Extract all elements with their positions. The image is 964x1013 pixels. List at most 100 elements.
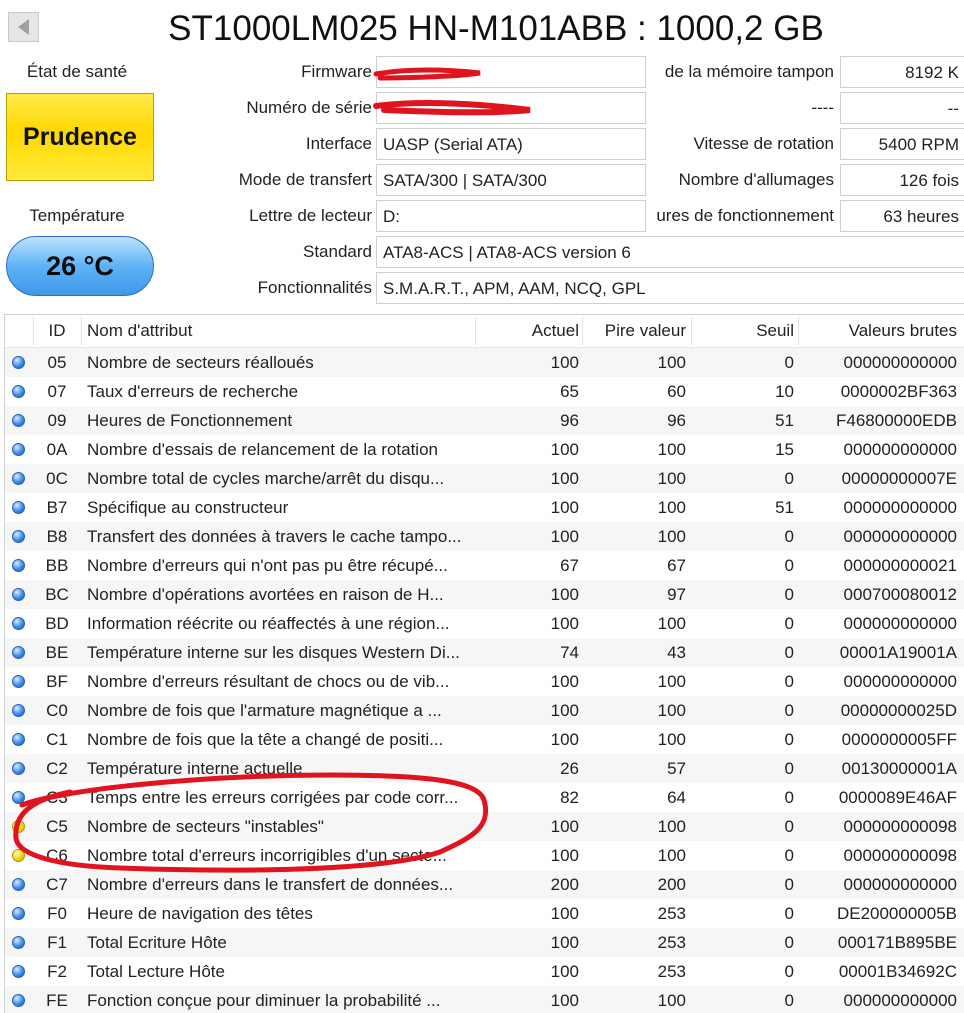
transfer-mode-field: SATA/300 | SATA/300	[376, 164, 646, 196]
attribute-name: Température interne sur les disques West…	[87, 643, 460, 662]
attribute-name: Température interne actuelle	[87, 759, 303, 778]
good-status-icon	[12, 559, 25, 572]
good-status-icon	[12, 472, 25, 485]
status-cell	[5, 812, 33, 841]
attribute-id: BD	[45, 614, 69, 633]
column-header-raw[interactable]: Valeurs brutes	[801, 315, 957, 347]
raw-value: 00001B34692C	[838, 962, 957, 981]
table-row[interactable]: B7 Spécifique au constructeur 100 100 51 0000…	[5, 493, 964, 522]
interface-label: Interface	[305, 134, 372, 153]
worst-value: 100	[657, 614, 686, 633]
good-status-icon	[12, 994, 25, 1007]
good-status-icon	[12, 443, 25, 456]
attribute-name: Heures de Fonctionnement	[87, 411, 293, 430]
threshold-value: 0	[784, 701, 794, 720]
transfer-mode-label: Mode de transfert	[238, 170, 372, 189]
status-cell	[5, 493, 33, 522]
worst-value: 100	[657, 730, 686, 749]
table-row[interactable]: BE Température interne sur les disques We…	[5, 638, 964, 667]
attribute-id: F0	[47, 904, 67, 923]
back-button[interactable]	[8, 12, 39, 42]
table-row[interactable]: F1 Total Ecriture Hôte 100 253 0 000171B895BE	[5, 928, 964, 957]
raw-value: 000000000000	[843, 672, 957, 691]
attribute-id: C1	[46, 730, 68, 749]
status-cell	[5, 899, 33, 928]
good-status-icon	[12, 588, 25, 601]
status-cell	[5, 986, 33, 1013]
table-row[interactable]: BC Nombre d'opérations avortées en raison…	[5, 580, 964, 609]
good-status-icon	[12, 733, 25, 746]
column-header-threshold[interactable]: Seuil	[695, 315, 794, 347]
table-row[interactable]: F0 Heure de navigation des têtes 100 253 0 DE…	[5, 899, 964, 928]
table-row[interactable]: C7 Nombre d'erreurs dans le transfert de …	[5, 870, 964, 899]
temperature-label: Température	[29, 206, 125, 225]
attribute-name: Transfert des données à travers le cache…	[87, 527, 462, 546]
caution-status-icon	[12, 820, 25, 833]
current-value: 100	[550, 614, 579, 633]
table-row[interactable]: C3 Temps entre les erreurs corrigées par …	[5, 783, 964, 812]
column-header-worst[interactable]: Pire valeur	[585, 315, 686, 347]
column-header-name[interactable]: Nom d'attribut	[87, 315, 473, 347]
worst-value: 100	[657, 469, 686, 488]
current-value: 200	[550, 875, 579, 894]
raw-value: 0000089E46AF	[838, 788, 957, 807]
attribute-name: Information réécrite ou réaffectés à une…	[87, 614, 450, 633]
column-header-id[interactable]: ID	[33, 315, 81, 347]
table-row[interactable]: BD Information réécrite ou réaffectés à u…	[5, 609, 964, 638]
table-row[interactable]: FE Fonction conçue pour diminuer la proba…	[5, 986, 964, 1013]
attribute-id: C7	[46, 875, 68, 894]
buffer-size-field: 8192 K	[840, 56, 964, 88]
attribute-name: Temps entre les erreurs corrigées par co…	[87, 788, 459, 807]
table-row[interactable]: C2 Température interne actuelle 26 57 0 00130…	[5, 754, 964, 783]
serial-label: Numéro de série	[246, 98, 372, 117]
threshold-value: 0	[784, 585, 794, 604]
raw-value: 000000000000	[843, 498, 957, 517]
table-row[interactable]: 07 Taux d'erreurs de recherche 65 60 10 00000…	[5, 377, 964, 406]
raw-value: 000000000000	[843, 353, 957, 372]
status-cell	[5, 609, 33, 638]
good-status-icon	[12, 878, 25, 891]
worst-value: 100	[657, 701, 686, 720]
table-row[interactable]: C5 Nombre de secteurs "instables" 100 100 0 0…	[5, 812, 964, 841]
temperature-badge[interactable]: 26 °C	[6, 236, 154, 296]
table-row[interactable]: 09 Heures de Fonctionnement 96 96 51 F4680000…	[5, 406, 964, 435]
drive-letter-label: Lettre de lecteur	[249, 206, 372, 225]
raw-value: 000000000000	[843, 614, 957, 633]
smart-attributes-table[interactable]: ID Nom d'attribut Actuel Pire valeur Seu…	[4, 314, 964, 1013]
current-value: 100	[550, 730, 579, 749]
disk-title: ST1000LM025 HN-M101ABB : 1000,2 GB	[168, 9, 824, 48]
current-value: 100	[550, 672, 579, 691]
raw-value: 00001A19001A	[839, 643, 957, 662]
table-row[interactable]: BB Nombre d'erreurs qui n'ont pas pu être…	[5, 551, 964, 580]
table-row[interactable]: 0A Nombre d'essais de relancement de la r…	[5, 435, 964, 464]
threshold-value: 0	[784, 759, 794, 778]
attribute-id: C5	[46, 817, 68, 836]
good-status-icon	[12, 791, 25, 804]
status-cell	[5, 464, 33, 493]
table-row[interactable]: 0C Nombre total de cycles marche/arrêt du…	[5, 464, 964, 493]
current-value: 100	[550, 585, 579, 604]
good-status-icon	[12, 501, 25, 514]
status-cell	[5, 841, 33, 870]
worst-value: 60	[667, 382, 686, 401]
attribute-id: BC	[45, 585, 69, 604]
attribute-name: Nombre total d'erreurs incorrigibles d'u…	[87, 846, 447, 865]
current-value: 74	[560, 643, 579, 662]
attribute-id: BB	[45, 556, 69, 575]
raw-value: 000700080012	[843, 585, 957, 604]
worst-value: 200	[657, 875, 686, 894]
table-row[interactable]: BF Nombre d'erreurs résultant de chocs ou…	[5, 667, 964, 696]
health-status-badge[interactable]: Prudence	[6, 93, 154, 181]
threshold-value: 51	[775, 411, 794, 430]
table-row[interactable]: C0 Nombre de fois que l'armature magnétiq…	[5, 696, 964, 725]
table-row[interactable]: F2 Total Lecture Hôte 100 253 0 00001B34692C	[5, 957, 964, 986]
column-header-current[interactable]: Actuel	[479, 315, 579, 347]
table-row[interactable]: C6 Nombre total d'erreurs incorrigibles d…	[5, 841, 964, 870]
current-value: 100	[550, 991, 579, 1010]
caution-status-icon	[12, 849, 25, 862]
status-cell	[5, 928, 33, 957]
table-row[interactable]: C1 Nombre de fois que la tête a changé de…	[5, 725, 964, 754]
table-row[interactable]: B8 Transfert des données à travers le cac…	[5, 522, 964, 551]
threshold-value: 0	[784, 788, 794, 807]
table-row[interactable]: 05 Nombre de secteurs réalloués 100 100 0 000…	[5, 348, 964, 377]
